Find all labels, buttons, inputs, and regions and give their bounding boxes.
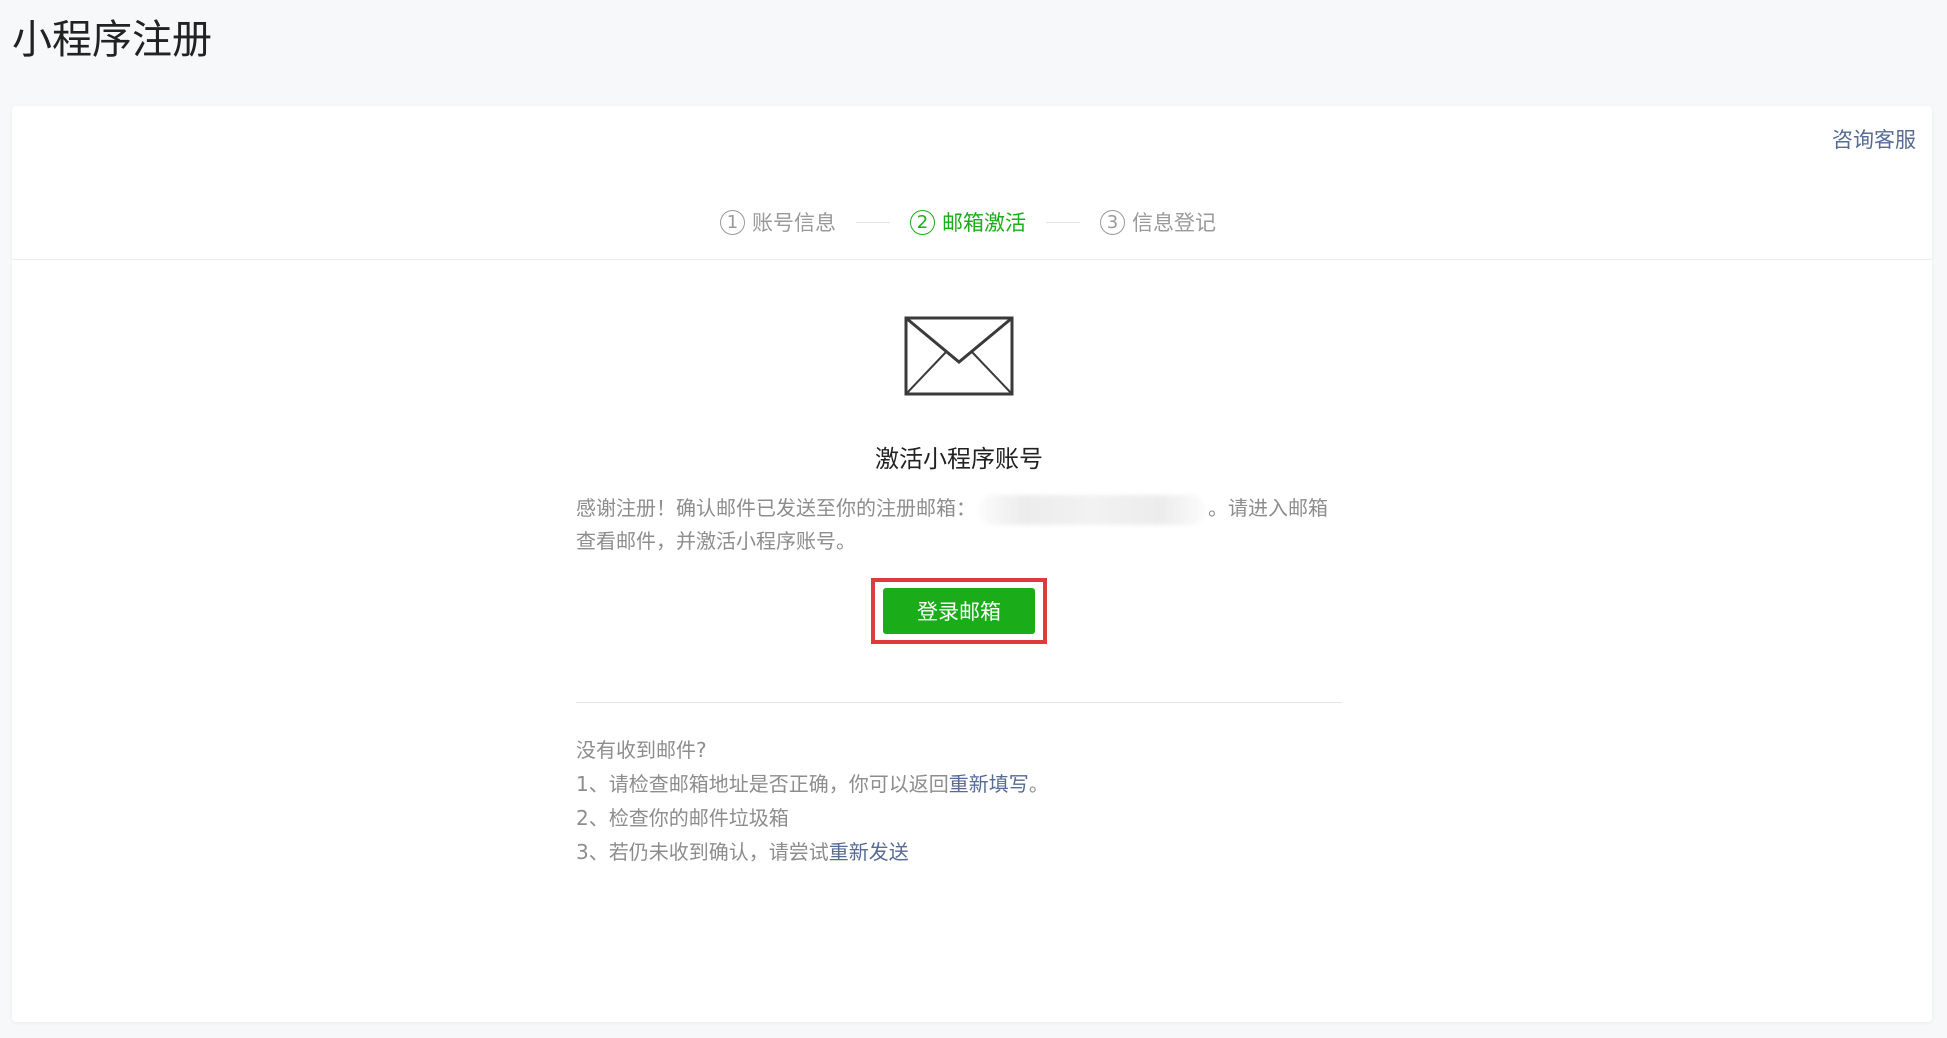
step-info-registration: 3 信息登记 — [1100, 207, 1216, 237]
blurred-email — [978, 494, 1206, 525]
step-label: 信息登记 — [1132, 211, 1216, 235]
activation-description: 感谢注册！确认邮件已发送至你的注册邮箱： 。请进入邮箱查看邮件，并激活小程序账号。 — [576, 492, 1342, 558]
help-item-1: 1、请检查邮箱地址是否正确，你可以返回重新填写。 — [576, 767, 1342, 801]
help-item-3-text: 3、若仍未收到确认，请尝试 — [576, 840, 829, 864]
help-item-2: 2、检查你的邮件垃圾箱 — [576, 806, 789, 830]
help-item-1-text: 1、请检查邮箱地址是否正确，你可以返回 — [576, 772, 949, 796]
resend-link[interactable]: 重新发送 — [829, 840, 909, 864]
step-number: 3 — [1100, 209, 1125, 235]
step-number: 1 — [720, 209, 745, 235]
step-account-info: 1 账号信息 — [720, 207, 836, 237]
desc-prefix: 感谢注册！确认邮件已发送至你的注册邮箱： — [576, 496, 976, 520]
step-indicator: 1 账号信息 2 邮箱激活 3 信息登记 — [8, 202, 1928, 242]
header-divider — [12, 259, 1932, 260]
help-heading: 没有收到邮件? — [576, 738, 707, 762]
help-section: 没有收到邮件? 1、请检查邮箱地址是否正确，你可以返回重新填写。 2、检查你的邮… — [576, 733, 1342, 869]
envelope-icon — [904, 316, 1014, 396]
login-button-wrap: 登录邮箱 — [576, 578, 1342, 644]
step-number: 2 — [910, 209, 935, 235]
step-label: 账号信息 — [752, 211, 836, 235]
help-item-1-suffix: 。 — [1028, 772, 1049, 796]
consult-service-link[interactable]: 咨询客服 — [1832, 124, 1916, 154]
step-email-activation: 2 邮箱激活 — [910, 207, 1026, 237]
help-item-3: 3、若仍未收到确认，请尝试重新发送 — [576, 835, 1342, 869]
highlight-box: 登录邮箱 — [871, 578, 1047, 644]
activation-title: 激活小程序账号 — [875, 445, 1043, 473]
login-email-button[interactable]: 登录邮箱 — [883, 588, 1035, 634]
content-divider — [576, 702, 1342, 703]
step-connector — [1046, 221, 1080, 223]
step-label: 邮箱激活 — [942, 211, 1026, 235]
page-title: 小程序注册 — [12, 17, 212, 63]
refill-link[interactable]: 重新填写 — [949, 772, 1029, 796]
step-connector — [856, 221, 890, 223]
activation-content: 激活小程序账号 感谢注册！确认邮件已发送至你的注册邮箱： 。请进入邮箱查看邮件，并… — [576, 316, 1342, 869]
